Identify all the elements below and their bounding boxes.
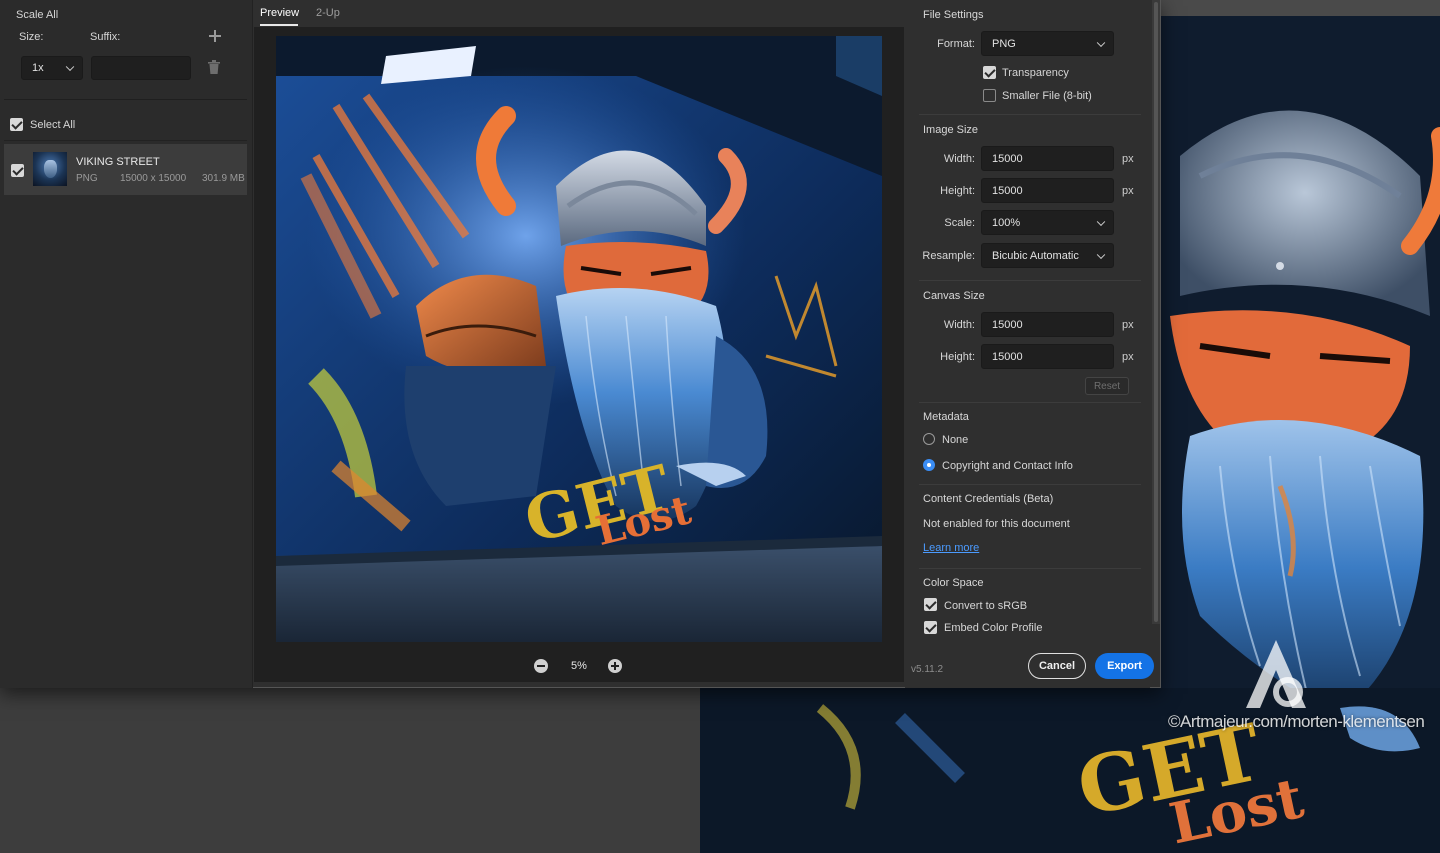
image-width-label: Width: (943, 153, 975, 165)
size-select-value: 1x (32, 62, 44, 74)
chevron-down-icon (65, 62, 75, 72)
smaller-file-label: Smaller File (8-bit) (1002, 90, 1092, 102)
settings-panel: File Settings Format: PNG Transparency S… (905, 0, 1154, 688)
scale-label: Scale: (944, 217, 975, 229)
tab-2-up[interactable]: 2-Up (316, 7, 340, 19)
active-tab-indicator (260, 24, 298, 26)
asset-checkbox[interactable] (11, 164, 24, 177)
zoom-level: 5% (571, 660, 587, 672)
image-height-input[interactable]: 15000 (981, 178, 1114, 203)
image-height-label: Height: (940, 185, 975, 197)
canvas-width-unit: px (1122, 319, 1134, 331)
add-scale-icon[interactable] (209, 30, 221, 42)
chevron-down-icon (1096, 250, 1106, 259)
resample-select[interactable]: Bicubic Automatic (981, 243, 1114, 268)
settings-scrollbar[interactable] (1152, 0, 1160, 624)
metadata-copyright-label: Copyright and Contact Info (942, 460, 1073, 472)
metadata-none-radio[interactable] (923, 433, 935, 445)
asset-row[interactable]: VIKING STREET PNG 15000 x 15000 301.9 MB (4, 144, 247, 195)
canvas-width-input[interactable]: 15000 (981, 312, 1114, 337)
section-divider (919, 568, 1141, 569)
canvas-height-label: Height: (940, 351, 975, 363)
content-credentials-title: Content Credentials (Beta) (923, 493, 1054, 505)
export-as-dialog: Scale All Size: Suffix: 1x Select All VI… (0, 0, 1161, 688)
embed-profile-label: Embed Color Profile (944, 622, 1043, 634)
tab-preview[interactable]: Preview (260, 7, 299, 19)
preview-canvas[interactable]: GET Lost (254, 27, 904, 682)
select-all-checkbox[interactable] (10, 118, 23, 131)
image-width-input[interactable]: 15000 (981, 146, 1114, 171)
transparency-label: Transparency (1002, 67, 1069, 79)
canvas-width-label: Width: (943, 319, 975, 331)
assets-panel: Scale All Size: Suffix: 1x Select All VI… (0, 0, 253, 688)
select-all-label: Select All (30, 119, 76, 131)
suffix-input[interactable] (91, 56, 191, 80)
zoom-controls: 5% (254, 648, 904, 682)
embed-profile-checkbox[interactable] (924, 621, 937, 634)
convert-srgb-label: Convert to sRGB (944, 600, 1028, 612)
scale-all-section: Scale All Size: Suffix: 1x (4, 0, 247, 100)
chevron-down-icon (1096, 217, 1106, 226)
suffix-label: Suffix: (90, 31, 121, 43)
content-credentials-status: Not enabled for this document (923, 518, 1070, 530)
image-height-unit: px (1122, 185, 1134, 197)
artmajeur-logo-icon (1246, 640, 1306, 708)
scale-select[interactable]: 100% (981, 210, 1114, 235)
size-label: Size: (19, 31, 44, 43)
metadata-none-label: None (942, 434, 969, 446)
image-size-title: Image Size (923, 124, 979, 136)
canvas-height-unit: px (1122, 351, 1134, 363)
metadata-title: Metadata (923, 411, 969, 423)
watermark-text: ©Artmajeur.com/morten-klementsen (1168, 712, 1425, 731)
asset-format: PNG (76, 173, 98, 184)
image-width-unit: px (1122, 153, 1134, 165)
color-space-title: Color Space (923, 577, 984, 589)
transparency-checkbox[interactable] (983, 66, 996, 79)
cancel-button[interactable]: Cancel (1028, 653, 1086, 679)
preview-artwork: GET Lost (276, 36, 882, 642)
file-settings-title: File Settings (923, 9, 984, 21)
format-label: Format: (937, 38, 975, 50)
metadata-copyright-radio[interactable] (923, 459, 935, 471)
asset-name: VIKING STREET (76, 156, 160, 168)
canvas-size-title: Canvas Size (923, 290, 985, 302)
size-select[interactable]: 1x (21, 56, 83, 80)
viking-street-illustration: GET Lost (276, 36, 882, 642)
scale-all-title: Scale All (16, 9, 59, 21)
background-top-strip (1160, 0, 1440, 16)
zoom-in-icon[interactable] (608, 659, 622, 673)
version-text: v5.11.2 (911, 664, 944, 675)
smaller-file-checkbox[interactable] (983, 89, 996, 102)
section-divider (919, 280, 1141, 281)
section-divider (919, 402, 1141, 403)
canvas-height-input[interactable]: 15000 (981, 344, 1114, 369)
learn-more-link[interactable]: Learn more (923, 542, 979, 554)
asset-thumbnail (33, 152, 67, 186)
zoom-out-icon[interactable] (534, 659, 548, 673)
scrollbar-thumb[interactable] (1154, 2, 1158, 622)
trash-icon[interactable] (208, 60, 220, 74)
reset-button[interactable]: Reset (1085, 377, 1129, 395)
format-select[interactable]: PNG (981, 31, 1114, 56)
chevron-down-icon (1096, 38, 1106, 47)
resample-select-value: Bicubic Automatic (992, 249, 1079, 262)
section-divider (919, 484, 1141, 485)
assets-divider (4, 140, 247, 141)
format-select-value: PNG (992, 37, 1016, 50)
asset-file-size: 301.9 MB (202, 173, 245, 184)
scale-select-value: 100% (992, 216, 1021, 229)
convert-srgb-checkbox[interactable] (924, 598, 937, 611)
resample-label: Resample: (922, 250, 975, 262)
asset-dimensions: 15000 x 15000 (120, 173, 187, 184)
preview-tabs: Preview 2-Up (254, 0, 904, 27)
section-divider (919, 114, 1141, 115)
export-button[interactable]: Export (1095, 653, 1154, 679)
